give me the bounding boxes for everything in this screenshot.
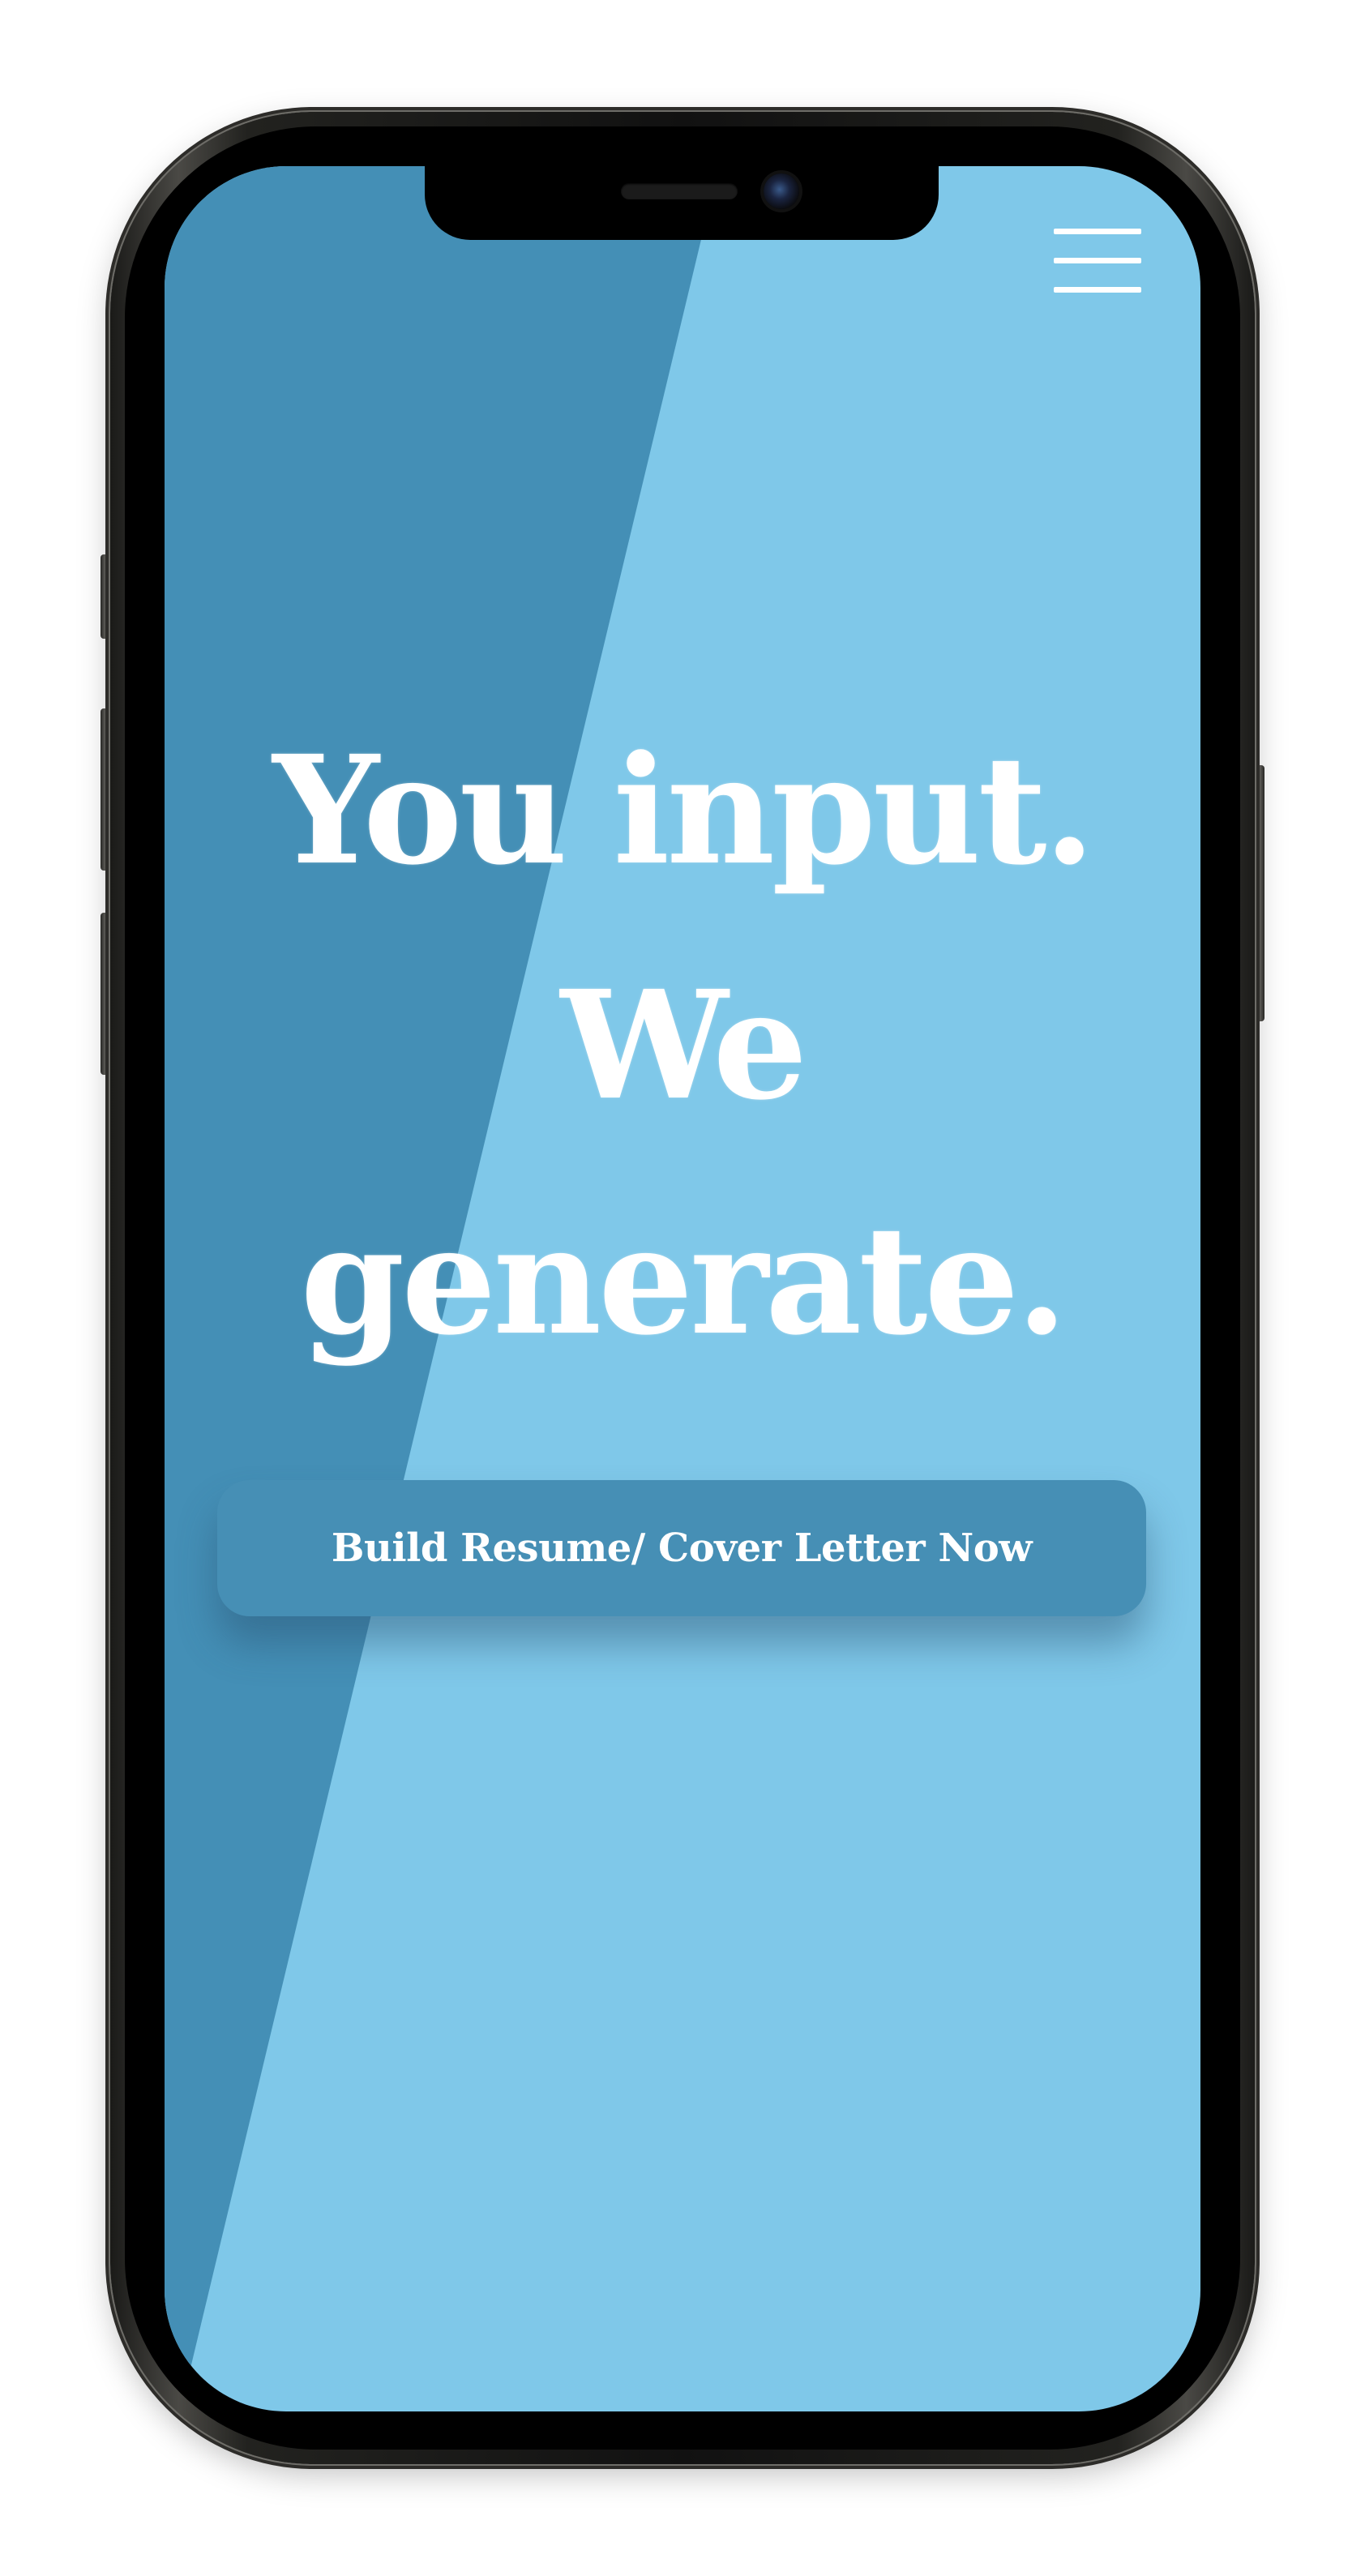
hero-line-2: We — [560, 958, 808, 1133]
hamburger-menu-icon[interactable] — [1054, 229, 1141, 293]
speaker-grille — [621, 183, 738, 199]
menu-bar-top — [1054, 229, 1141, 234]
phone-notch — [425, 160, 939, 240]
power-button — [1255, 765, 1264, 1021]
mockup-stage: You input. We generate. Build Resume/ Co… — [0, 0, 1365, 2576]
volume-up-button — [101, 708, 110, 871]
menu-bar-bottom — [1054, 287, 1141, 293]
silent-switch — [101, 554, 110, 639]
front-camera-icon — [764, 173, 799, 209]
hero-line-3: generate. — [300, 1193, 1068, 1368]
menu-bar-middle — [1054, 258, 1141, 263]
volume-down-button — [101, 913, 110, 1075]
hero-headline: You input. We generate. — [165, 693, 1200, 1398]
build-resume-cover-letter-button[interactable]: Build Resume/ Cover Letter Now — [217, 1480, 1146, 1616]
hero-line-1: You input. — [272, 723, 1095, 898]
